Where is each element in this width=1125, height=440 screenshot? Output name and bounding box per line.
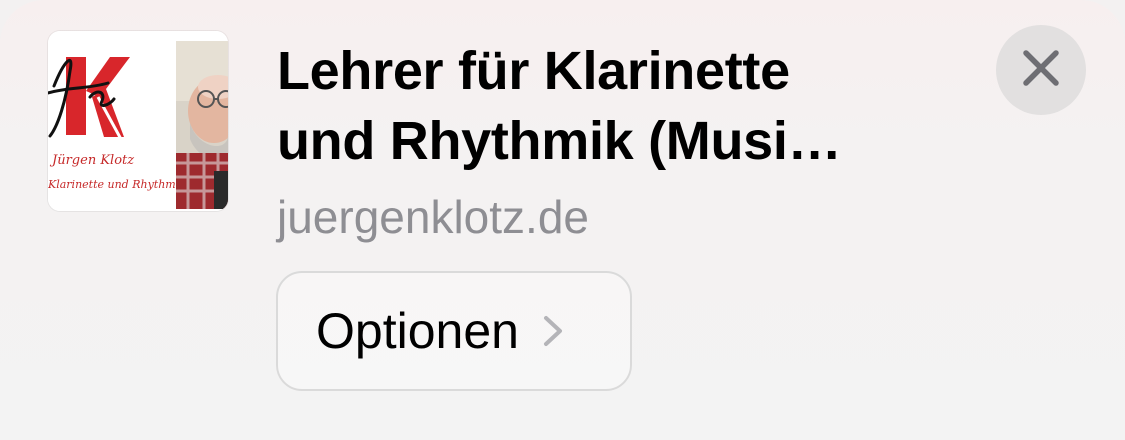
page-title-line-2: und Rhythmik (Musi…	[277, 111, 842, 171]
chevron-right-icon	[541, 314, 565, 348]
person-photo	[176, 41, 228, 209]
page-title: Lehrer für Klarinette und Rhythmik (Musi…	[277, 36, 957, 176]
link-preview-sheet: Jürgen Klotz Klarinette und Rhythmik Leh…	[0, 0, 1125, 440]
options-button[interactable]: Optionen	[276, 271, 632, 391]
page-thumbnail: Jürgen Klotz Klarinette und Rhythmik	[48, 31, 228, 211]
thumbnail-caption-2: Klarinette und Rhythmik	[48, 178, 186, 191]
thumbnail-image: Jürgen Klotz Klarinette und Rhythmik	[48, 31, 228, 211]
options-button-label: Optionen	[316, 303, 519, 359]
page-title-line-1: Lehrer für Klarinette	[277, 41, 790, 101]
thumbnail-caption-1: Jürgen Klotz	[49, 153, 134, 168]
close-button[interactable]	[996, 25, 1086, 115]
close-icon	[1022, 49, 1060, 92]
page-domain: juergenklotz.de	[277, 191, 589, 243]
